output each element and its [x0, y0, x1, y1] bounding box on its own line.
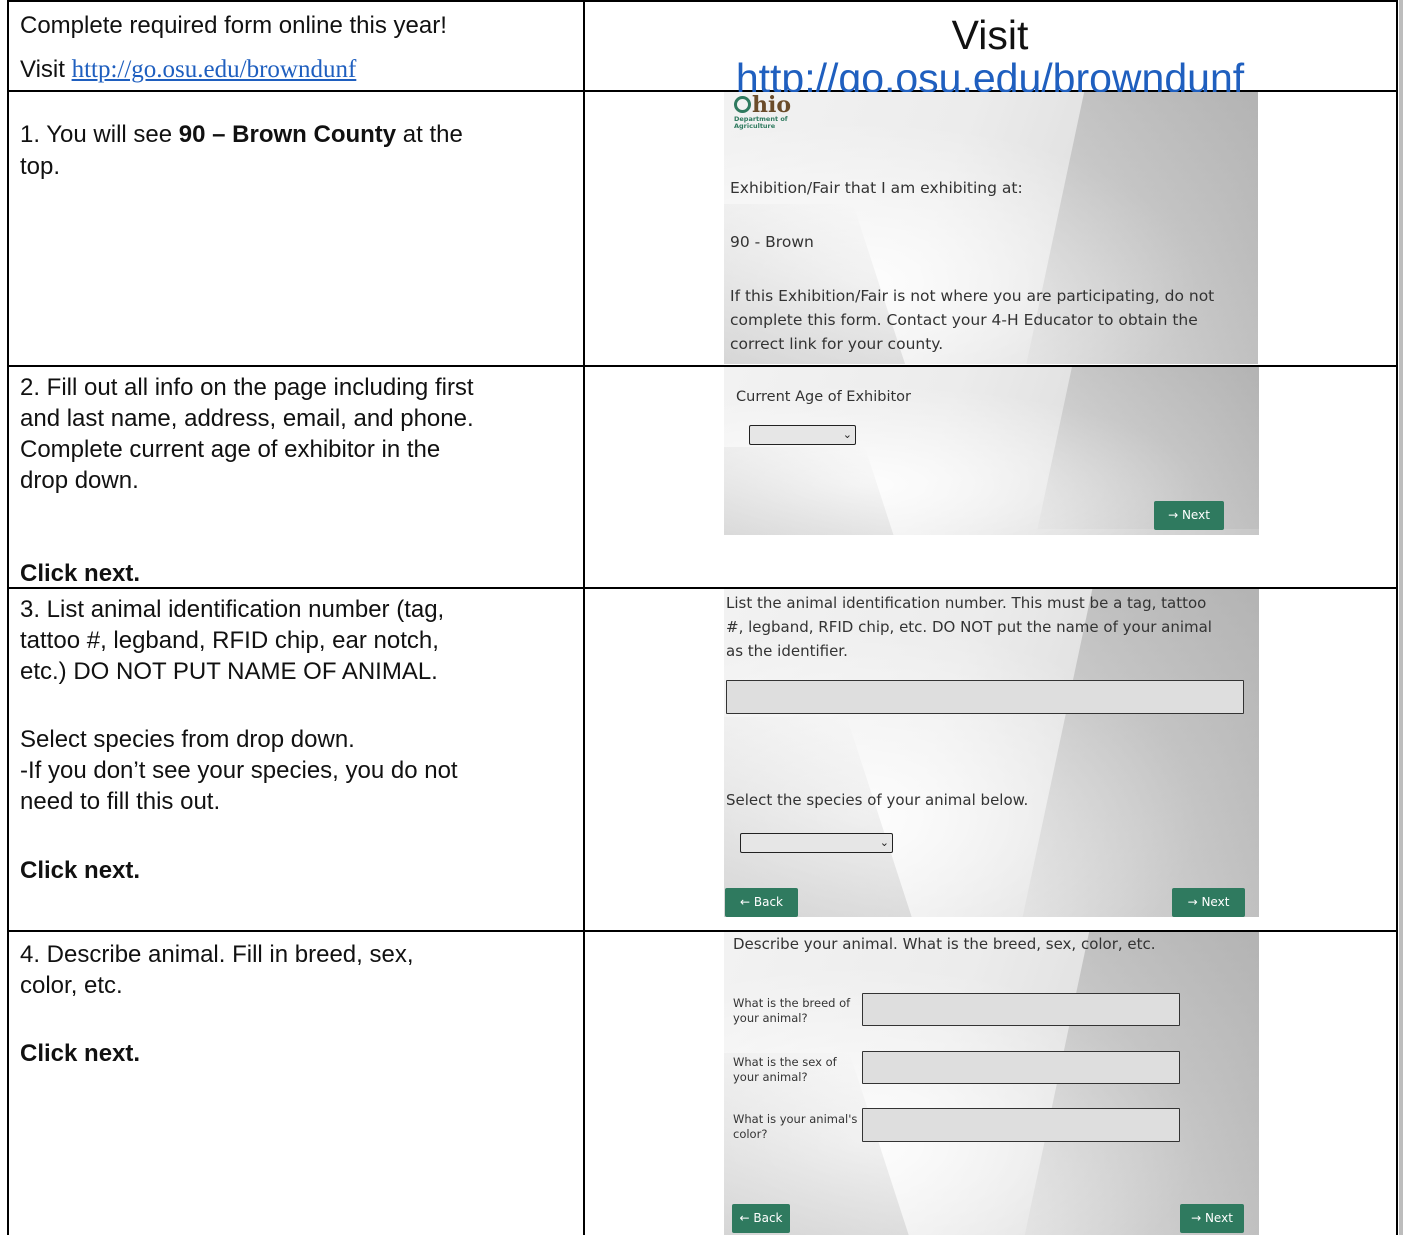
- step4-click-next: Click next.: [20, 1040, 141, 1067]
- header-visit-label: Visit: [20, 56, 72, 83]
- age-dropdown[interactable]: ⌄: [749, 425, 856, 445]
- header-link[interactable]: http://go.osu.edu/browndunf: [72, 56, 357, 83]
- table-border-left: [7, 0, 9, 1235]
- next-button[interactable]: → Next: [1172, 888, 1245, 917]
- step2-form-screenshot: Current Age of Exhibitor ⌄ → Next: [724, 367, 1259, 535]
- ohio-agriculture-logo: hio Department of Agriculture: [734, 92, 792, 130]
- sex-label-2: your animal?: [733, 1070, 808, 1084]
- step1-form-screenshot: hio Department of Agriculture Exhibition…: [724, 92, 1258, 364]
- step4-line2: color, etc.: [20, 972, 123, 999]
- page-edge-shadow: [1399, 0, 1403, 1235]
- sex-input[interactable]: [862, 1051, 1180, 1084]
- id-instruction-2: #, legband, RFID chip, etc. DO NOT put t…: [726, 618, 1212, 636]
- next-button[interactable]: → Next: [1180, 1204, 1244, 1233]
- step1-text: 1. You will see 90 – Brown County at the: [20, 121, 463, 149]
- step1-county: 90 – Brown County: [178, 121, 397, 148]
- step3-line6: need to fill this out.: [20, 788, 221, 815]
- step1-prefix: 1. You will see: [20, 121, 179, 148]
- background-mountain: [1037, 367, 1259, 529]
- fair-note-2: complete this form. Contact your 4-H Edu…: [730, 311, 1198, 329]
- table-border-right: [1396, 0, 1398, 1235]
- back-button[interactable]: ← Back: [725, 888, 798, 917]
- step2-line4: drop down.: [20, 467, 139, 494]
- step2-line1: 2. Fill out all info on the page includi…: [20, 374, 474, 401]
- step1-suffix: at the: [396, 121, 463, 148]
- color-label-2: color?: [733, 1127, 768, 1141]
- color-label-1: What is your animal's: [733, 1112, 858, 1126]
- background-mountain-left: [724, 447, 904, 535]
- step3-line3: etc.) DO NOT PUT NAME OF ANIMAL.: [20, 658, 438, 685]
- breed-label-2: your animal?: [733, 1011, 808, 1025]
- id-instruction-1: List the animal identification number. T…: [726, 594, 1207, 612]
- fair-label: Exhibition/Fair that I am exhibiting at:: [730, 179, 1023, 197]
- step3-line5: -If you don’t see your species, you do n…: [20, 757, 458, 784]
- step3-line2: tattoo #, legband, RFID chip, ear notch,: [20, 627, 439, 654]
- age-label: Current Age of Exhibitor: [736, 389, 912, 405]
- row-divider-top: [7, 0, 1398, 2]
- species-dropdown[interactable]: ⌄: [740, 833, 893, 853]
- step3-line4: Select species from drop down.: [20, 726, 355, 753]
- fair-note-3: correct link for your county.: [730, 335, 944, 353]
- breed-label-1: What is the breed of: [733, 996, 851, 1010]
- fair-note-1: If this Exhibition/Fair is not where you…: [730, 287, 1215, 305]
- species-label: Select the species of your animal below.: [726, 791, 1029, 809]
- header-visit-line: Visit http://go.osu.edu/browndunf: [20, 56, 356, 84]
- breed-input[interactable]: [862, 993, 1180, 1026]
- step4-form-screenshot: Describe your animal. What is the breed,…: [724, 932, 1259, 1235]
- header-instruction: Complete required form online this year!: [20, 12, 447, 39]
- describe-title: Describe your animal. What is the breed,…: [733, 935, 1156, 953]
- step2-line2: and last name, address, email, and phone…: [20, 405, 474, 432]
- step2-click-next: Click next.: [20, 560, 141, 587]
- back-button[interactable]: ← Back: [732, 1204, 790, 1233]
- step4-line1: 4. Describe animal. Fill in breed, sex,: [20, 941, 414, 968]
- step3-form-screenshot: List the animal identification number. T…: [724, 589, 1259, 917]
- step3-line1: 3. List animal identification number (ta…: [20, 596, 445, 623]
- table-divider-middle: [583, 0, 585, 1235]
- header-visit-title: Visit: [951, 12, 1029, 58]
- chevron-down-icon: ⌄: [879, 837, 889, 849]
- step1-text-line2: top.: [20, 153, 61, 180]
- animal-id-input[interactable]: [726, 680, 1244, 714]
- step3-click-next: Click next.: [20, 857, 141, 884]
- next-button[interactable]: → Next: [1154, 501, 1224, 530]
- ohio-logo-icon: [734, 96, 751, 113]
- chevron-down-icon: ⌄: [842, 429, 852, 441]
- step2-line3: Complete current age of exhibitor in the: [20, 436, 441, 463]
- color-input[interactable]: [862, 1108, 1180, 1142]
- id-instruction-3: as the identifier.: [726, 642, 848, 660]
- fair-value: 90 - Brown: [730, 233, 814, 251]
- sex-label-1: What is the sex of: [733, 1055, 837, 1069]
